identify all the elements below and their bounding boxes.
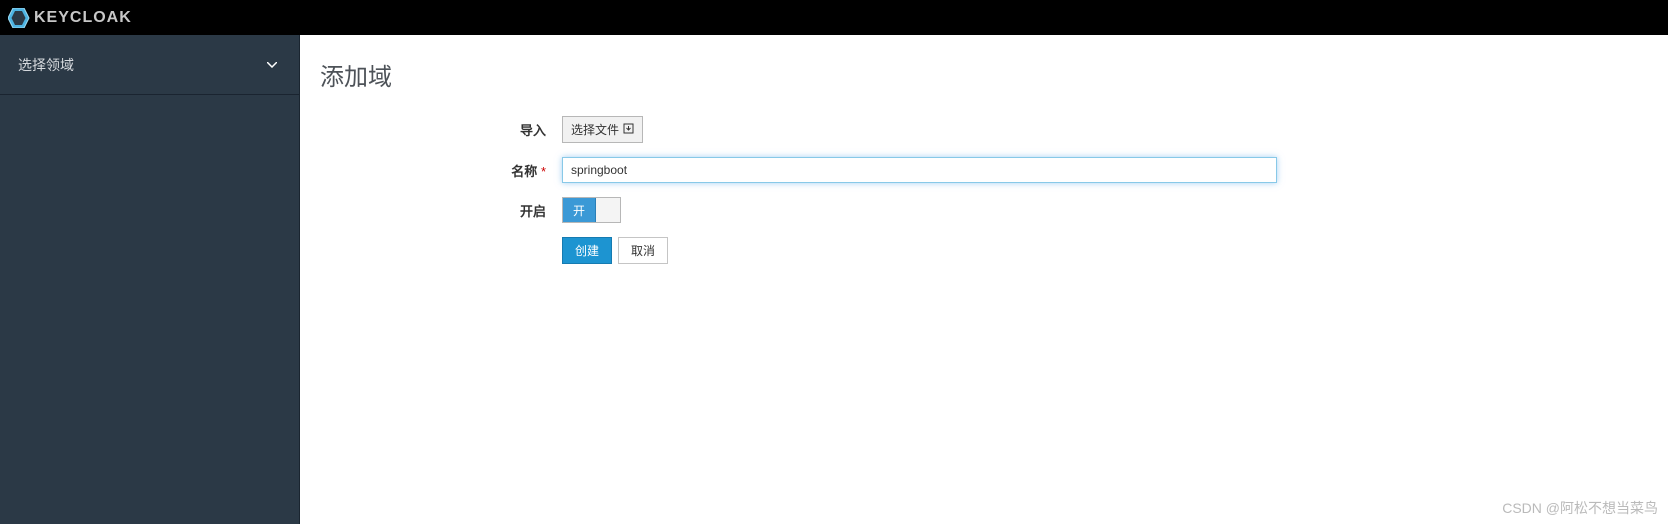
page-title: 添加域: [320, 57, 1648, 92]
file-button-text: 选择文件: [571, 121, 619, 138]
cancel-button[interactable]: 取消: [618, 237, 668, 264]
keycloak-icon: [8, 8, 30, 28]
brand-logo[interactable]: KEYCLOAK: [8, 8, 132, 28]
name-input[interactable]: [562, 157, 1277, 183]
app-header: KEYCLOAK: [0, 0, 1668, 35]
realm-selector-label: 选择领域: [18, 55, 74, 75]
create-button[interactable]: 创建: [562, 237, 612, 264]
toggle-on-label: 开: [563, 198, 596, 222]
brand-text: KEYCLOAK: [34, 9, 132, 27]
enable-row: 开启 开: [320, 197, 1648, 223]
import-icon: [623, 123, 634, 137]
import-label: 导入: [320, 120, 562, 139]
main-content: 添加域 导入 选择文件 名称 *: [300, 35, 1668, 524]
chevron-down-icon: [267, 59, 277, 71]
name-row: 名称 *: [320, 157, 1648, 183]
import-row: 导入 选择文件: [320, 116, 1648, 143]
enable-toggle[interactable]: 开: [562, 197, 621, 223]
action-buttons: 创建 取消: [562, 237, 1648, 264]
select-file-button[interactable]: 选择文件: [562, 116, 643, 143]
name-label-text: 名称: [511, 164, 537, 179]
name-label: 名称 *: [320, 161, 562, 180]
toggle-handle: [596, 198, 620, 222]
required-indicator: *: [541, 164, 546, 179]
realm-selector[interactable]: 选择领域: [0, 35, 299, 95]
sidebar: 选择领域: [0, 35, 300, 524]
enable-label: 开启: [320, 201, 562, 220]
